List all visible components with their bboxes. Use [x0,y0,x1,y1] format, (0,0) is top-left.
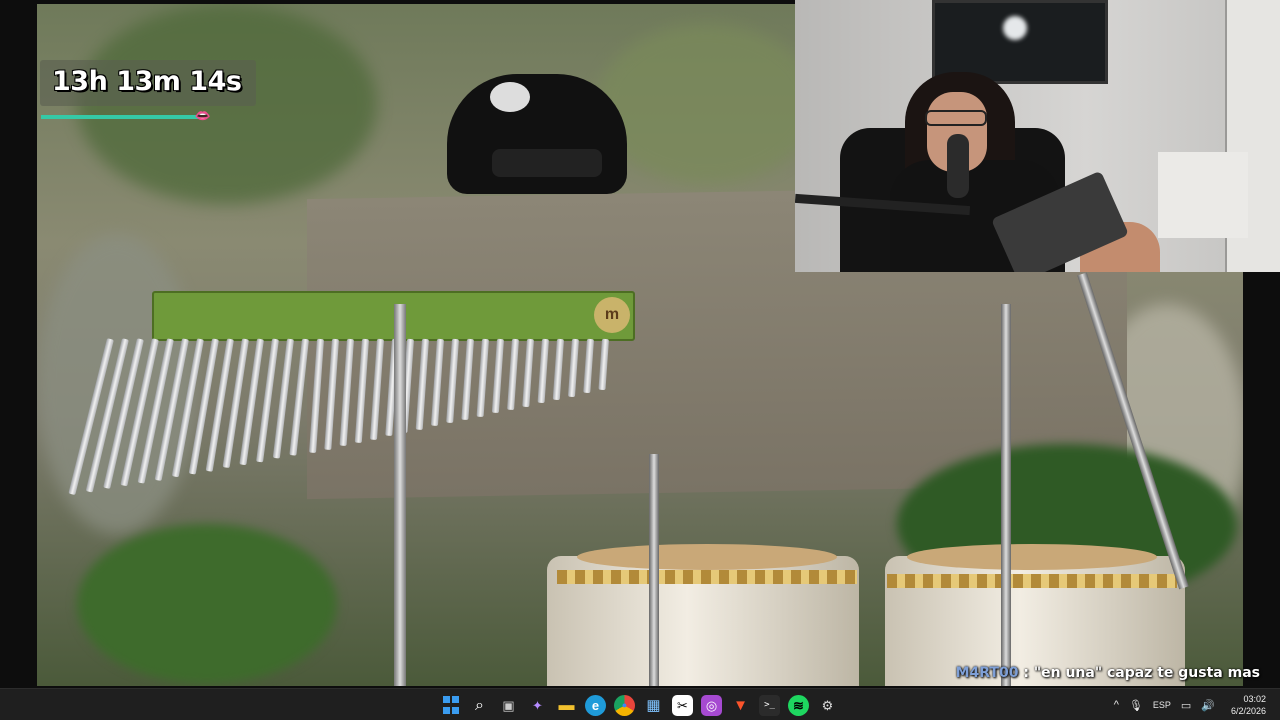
chat-username: M4RT00 [955,665,1019,681]
brave-icon[interactable]: ▼ [730,695,751,716]
taskbar: ⌕ ▣ ✦ ▬ e ● ▦ ✂ ◎ ▼ >_ ≋ ⚙ ^ 🎙 ESP ▭ 🔊 0… [0,688,1280,720]
webcam-overlay [795,0,1280,272]
hat-logo [490,82,530,112]
steam-icon[interactable]: ⚙ [817,695,838,716]
microphone-icon[interactable]: 🎙 [1129,699,1143,712]
terminal-icon[interactable]: >_ [759,694,780,716]
obs-icon[interactable]: ◎ [701,694,722,716]
start-icon[interactable] [440,695,461,716]
task-view-icon[interactable]: ▣ [498,695,519,716]
search-icon[interactable]: ⌕ [469,695,490,716]
chat-text: "en una" capaz te gusta mas [1033,665,1260,681]
lips-icon: 👄 [194,108,212,123]
spotify-icon[interactable]: ≋ [788,694,809,716]
edge-icon[interactable]: e [585,694,606,716]
chrome-icon[interactable]: ● [614,694,635,716]
clock-time: 03:02 [1243,694,1266,704]
file-explorer-icon[interactable]: ▬ [556,695,577,716]
copilot-icon[interactable]: ✦ [527,695,548,716]
chat-separator: : [1018,665,1034,681]
brand-logo: m [594,297,630,333]
chimes-stand [394,304,406,686]
language-indicator[interactable]: ESP [1153,700,1171,710]
chevron-up-icon[interactable]: ^ [1114,699,1119,711]
chat-message: M4RT00 : "en una" capaz te gusta mas [956,665,1260,681]
mic-stand-right [1001,304,1011,686]
system-tray: ^ 🎙 ESP ▭ 🔊 03:02 6/2/2026 [1114,689,1266,720]
network-icon[interactable]: ▭ [1181,699,1191,712]
taskbar-apps: ⌕ ▣ ✦ ▬ e ● ▦ ✂ ◎ ▼ >_ ≋ ⚙ [440,689,838,720]
mic-stand-center [649,454,659,686]
volume-icon[interactable]: 🔊 [1201,699,1215,712]
capcut-icon[interactable]: ✂ [672,694,693,716]
goal-progress-bar [41,115,206,119]
store-icon[interactable]: ▦ [643,695,664,716]
stream-timer: 13h 13m 14s [52,66,242,97]
desktop-screen: m 13h 13m 14s 👄 M4RT00: "en una" capaz … [0,0,1280,720]
clock[interactable]: 03:02 6/2/2026 [1231,693,1266,717]
microphone [947,134,969,198]
clock-date: 6/2/2026 [1230,706,1266,716]
goal-progress-fill [41,115,202,119]
sunglasses [492,149,602,177]
